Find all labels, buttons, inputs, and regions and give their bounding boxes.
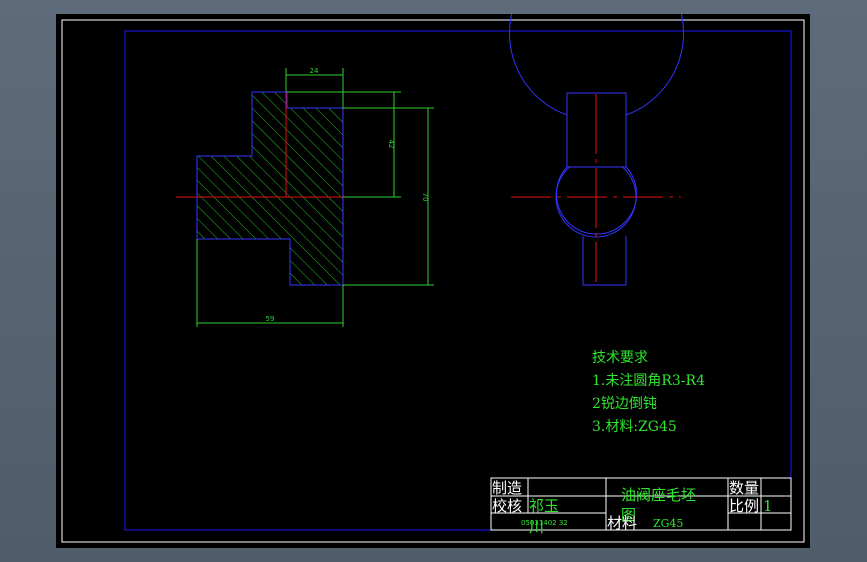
dim-label-59: 59 [266, 315, 275, 323]
technical-notes: 技术要求 1.未注圆角R3-R4 2锐边倒钝 3.材料:ZG45 [592, 350, 705, 435]
end-view [509, 14, 684, 286]
scale-value: 1 [763, 497, 773, 515]
sheet-border [61, 19, 805, 543]
material-value: ZG45 [653, 517, 683, 530]
dim-label-42: 42 [387, 140, 395, 149]
outer-circle-lower [582, 279, 627, 285]
scale-label: 比例 [729, 497, 759, 515]
drawing-canvas: 24 42 70 59 技术要求 1.未注圆角R3-R4 2锐边倒钝 3.材料:… [61, 14, 805, 543]
checker-name: 祁玉 [529, 497, 559, 515]
dim-label-24: 24 [310, 67, 319, 75]
hatch-fill [197, 92, 343, 285]
drawing-number: 05031402 32 [521, 519, 568, 527]
cad-viewport[interactable]: 24 42 70 59 技术要求 1.未注圆角R3-R4 2锐边倒钝 3.材料:… [56, 14, 810, 548]
notes-title: 技术要求 [592, 350, 648, 366]
dimension-top-width: 24 [285, 67, 344, 108]
checked-label: 校核 [492, 497, 522, 515]
notes-line-3: 3.材料:ZG45 [592, 419, 677, 435]
made-by-label: 制造 [492, 479, 522, 497]
material-label: 材料 [607, 514, 637, 532]
title-block: 制造 校核 祁玉 川 05031402 32 油阀座毛坯 图 材料 ZG45 数… [490, 477, 792, 536]
notes-line-2: 2锐边倒钝 [592, 396, 657, 412]
bottom-key-slot [582, 236, 627, 286]
dim-label-70: 70 [421, 193, 429, 202]
section-view [176, 84, 366, 286]
drawing-frame [124, 30, 792, 531]
quantity-label: 数量 [729, 479, 759, 497]
notes-line-1: 1.未注圆角R3-R4 [592, 373, 705, 389]
drawing-title: 油阀座毛坯 [621, 486, 696, 504]
